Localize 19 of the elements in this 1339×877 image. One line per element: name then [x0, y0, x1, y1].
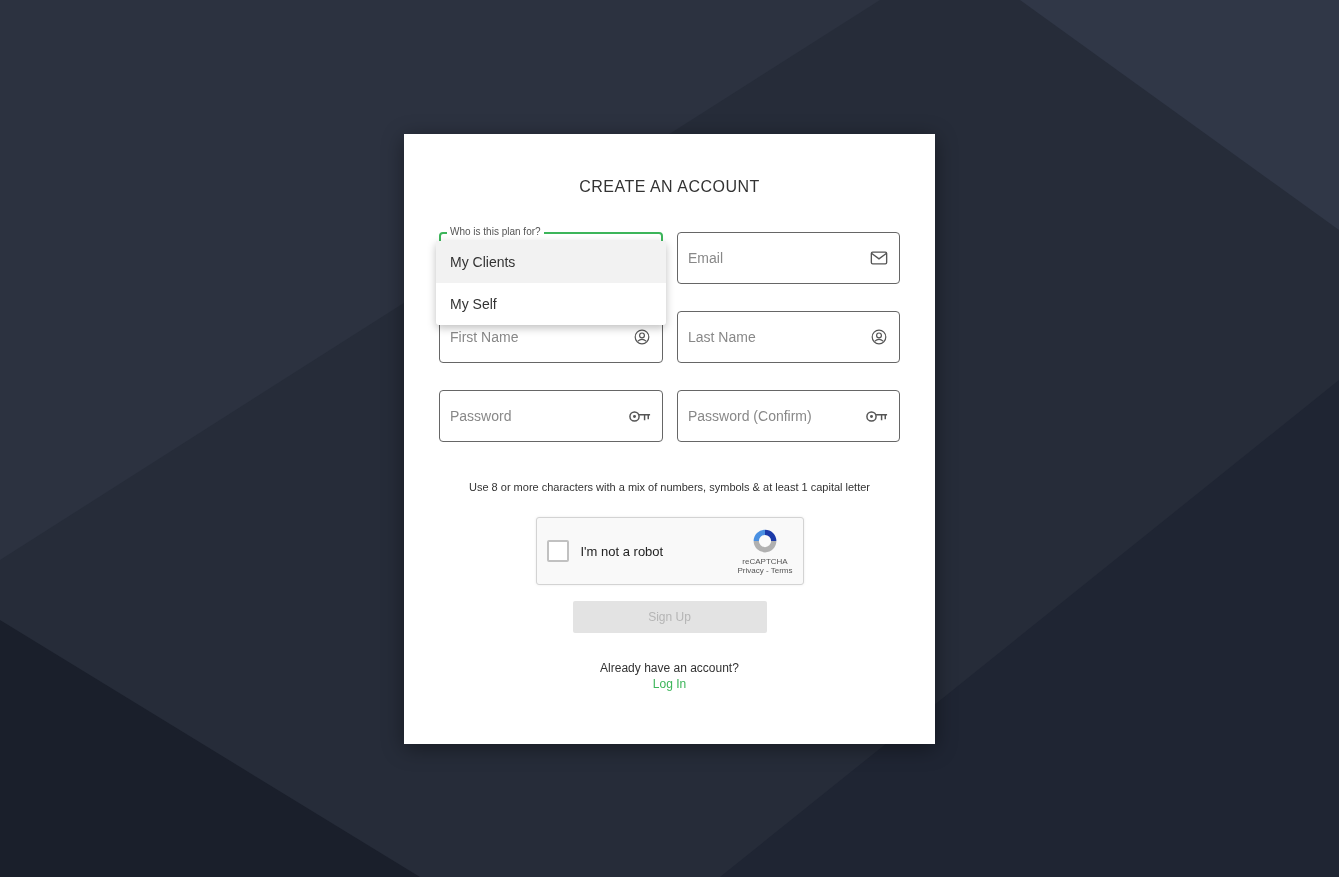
login-prompt: Already have an account?: [600, 661, 739, 675]
input-field[interactable]: Last Name: [677, 311, 900, 363]
select-label: Who is this plan for?: [447, 226, 544, 237]
mail-icon: [870, 250, 888, 266]
input-field[interactable]: Email: [677, 232, 900, 284]
user-icon: [870, 329, 888, 345]
captcha-links[interactable]: Privacy - Terms: [737, 566, 793, 575]
input-field[interactable]: Password: [439, 390, 663, 442]
input-field[interactable]: Password (Confirm): [677, 390, 900, 442]
captcha-logo-icon: [751, 527, 779, 555]
key-icon: [866, 410, 888, 423]
captcha-label: I'm not a robot: [580, 543, 665, 559]
dropdown-option[interactable]: My Clients: [436, 241, 666, 283]
captcha-brand: reCAPTCHA: [742, 557, 788, 566]
form-title: CREATE AN ACCOUNT: [579, 178, 760, 196]
password-hint: Use 8 or more characters with a mix of numbers, symbols & at least 1 capital letter: [468, 481, 870, 493]
user-icon: [633, 329, 651, 345]
captcha-checkbox[interactable]: [546, 540, 569, 562]
key-icon: [629, 410, 651, 423]
